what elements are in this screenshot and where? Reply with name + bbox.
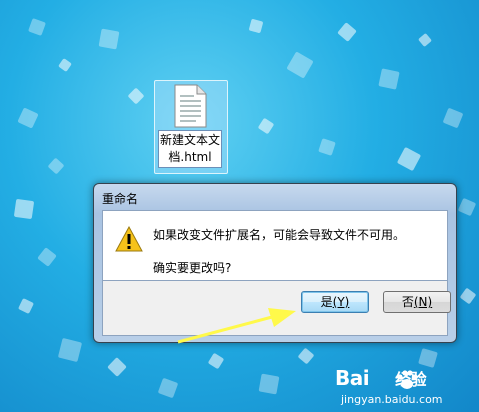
yellow-pointer-arrow-icon [177, 308, 296, 344]
watermark-site: jingyan.baidu.com [341, 393, 443, 406]
watermark-brand: Bai [335, 366, 370, 390]
baidu-jingyan-watermark: Bai 经验 jingyan.baidu.com [335, 366, 475, 410]
paw-icon [397, 370, 418, 389]
